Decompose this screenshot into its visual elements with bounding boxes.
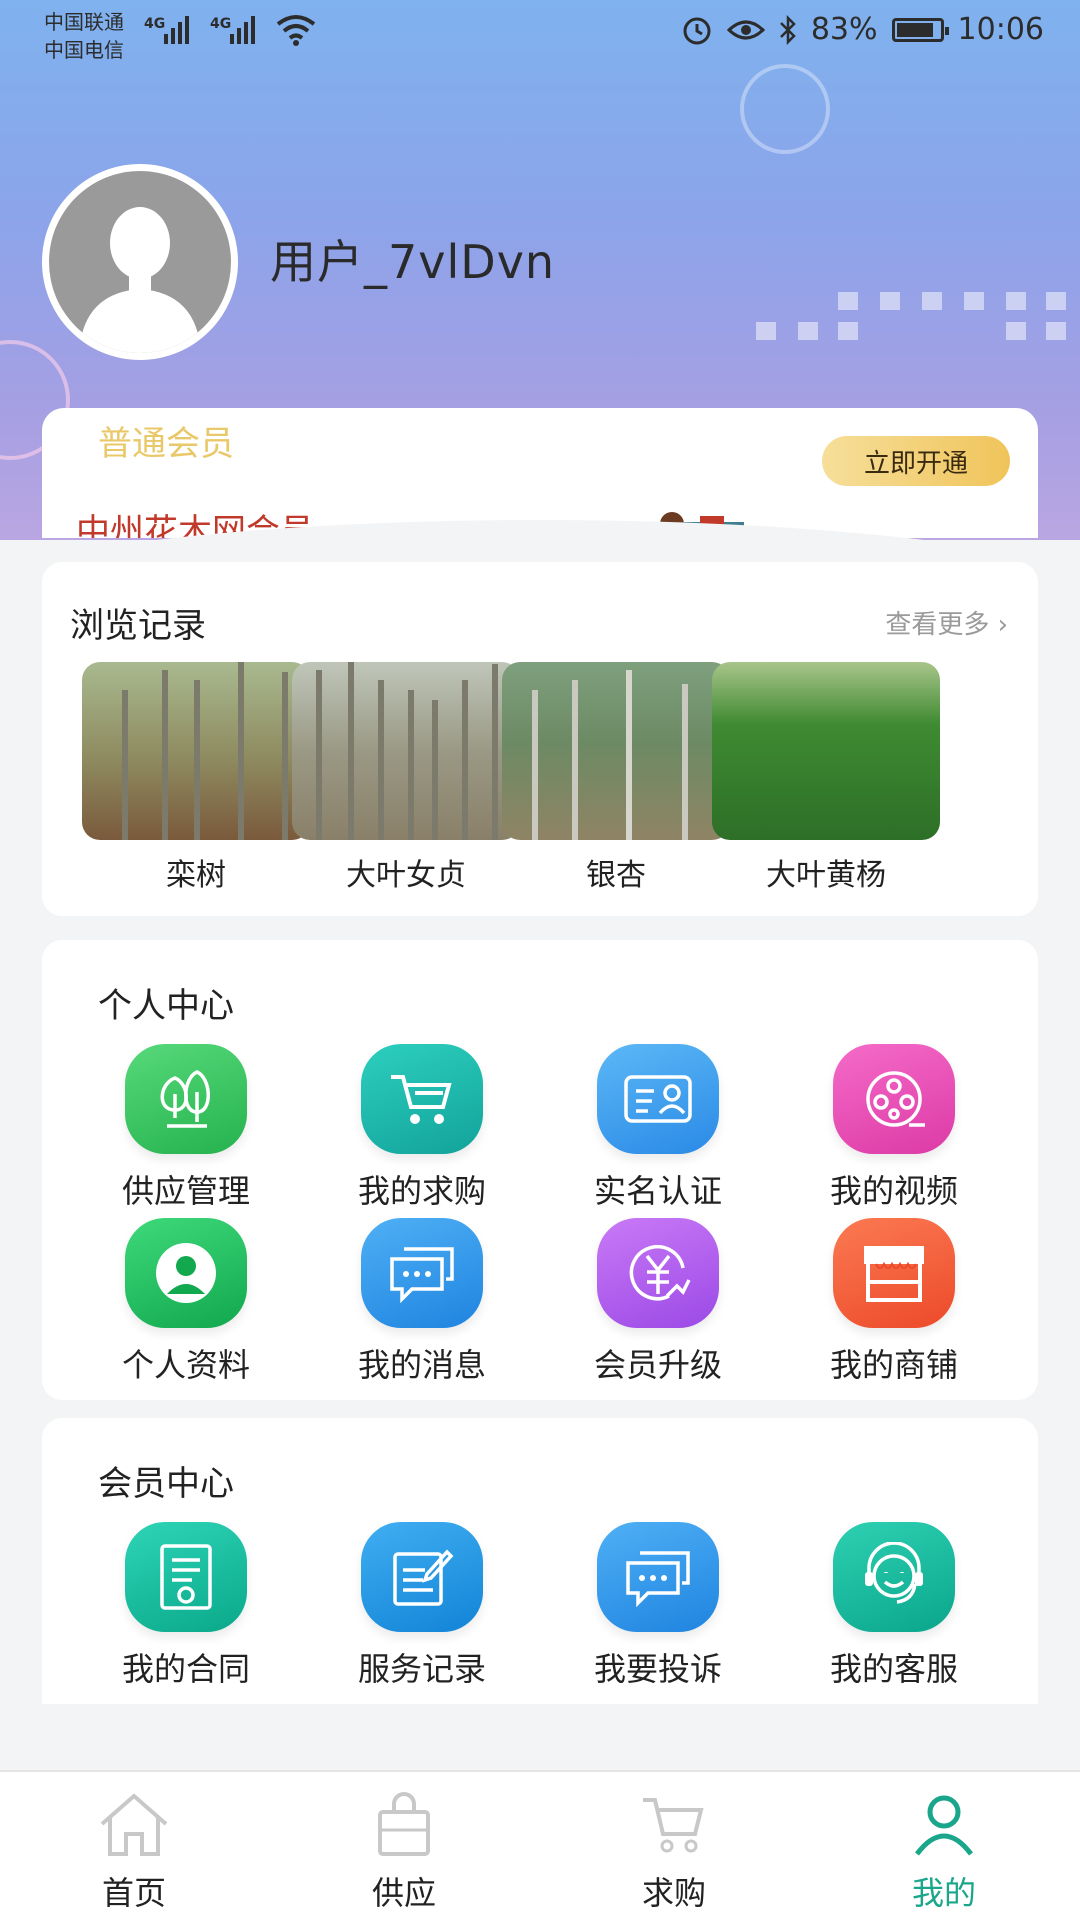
product-image (82, 662, 310, 840)
user-profile-icon (125, 1218, 247, 1328)
browsing-history-card: 浏览记录 查看更多 › 栾树 大叶女贞 银杏 大叶黄杨 (42, 562, 1038, 916)
store-icon (833, 1218, 955, 1328)
my-video-button[interactable]: 我的视频 (794, 1044, 994, 1212)
message-icon (361, 1218, 483, 1328)
history-item[interactable]: 大叶女贞 (292, 662, 520, 894)
grid-label: 我要投诉 (593, 1650, 722, 1688)
member-level: 普通会员 (98, 424, 234, 464)
grid-label: 我的商铺 (829, 1346, 958, 1384)
chevron-right-icon: › (997, 610, 1008, 640)
nav-label: 首页 (101, 1874, 166, 1912)
grid-label: 我的合同 (121, 1650, 250, 1688)
decor-ring (740, 64, 830, 154)
my-messages-button[interactable]: 我的消息 (322, 1218, 522, 1386)
view-more-link[interactable]: 查看更多 › (885, 604, 1008, 641)
product-name: 银杏 (586, 858, 646, 893)
grid-label: 服务记录 (357, 1650, 486, 1688)
battery-icon (891, 17, 949, 42)
history-item[interactable]: 栾树 (82, 662, 310, 894)
headset-icon (833, 1522, 955, 1632)
nav-label: 我的 (911, 1874, 976, 1912)
my-store-button[interactable]: 我的商铺 (794, 1218, 994, 1386)
person-icon (915, 1795, 973, 1856)
personal-center-title: 个人中心 (98, 986, 234, 1026)
nav-label: 供应 (371, 1874, 436, 1912)
grid-label: 会员升级 (593, 1346, 722, 1384)
member-card: 普通会员 立即开通 中州花木网会员 (42, 408, 1038, 538)
default-avatar-icon (79, 207, 201, 353)
history-list: 栾树 大叶女贞 银杏 大叶黄杨 (82, 662, 1012, 902)
product-image (292, 662, 520, 840)
tree-icon (125, 1044, 247, 1154)
carrier-info: 中国联通 中国电信 (44, 8, 124, 64)
product-name: 大叶女贞 (346, 858, 466, 893)
battery-percent: 83% (810, 12, 878, 47)
nav-mine[interactable]: 我的 (844, 1772, 1044, 1914)
my-purchase-button[interactable]: 我的求购 (322, 1044, 522, 1212)
real-name-auth-button[interactable]: 实名认证 (558, 1044, 758, 1212)
yuan-upgrade-icon (597, 1218, 719, 1328)
nav-purchase[interactable]: 求购 (574, 1772, 774, 1914)
grid-label: 我的消息 (357, 1346, 486, 1384)
my-contract-button[interactable]: 我的合同 (86, 1522, 286, 1690)
home-icon (100, 1793, 168, 1856)
service-record-button[interactable]: 服务记录 (322, 1522, 522, 1690)
personal-center-card: 个人中心 供应管理 我的求购 实名认证 我的视频 个人资料 我的消息 会员升级 … (42, 940, 1038, 1400)
vip-center-title: 会员中心 (98, 1464, 234, 1504)
id-card-icon (597, 1044, 719, 1154)
nav-label: 求购 (641, 1874, 706, 1912)
bag-icon (378, 1792, 430, 1856)
carrier-2: 中国电信 (44, 38, 124, 62)
supply-management-button[interactable]: 供应管理 (86, 1044, 286, 1212)
system-icons: 83% 10:06 (681, 12, 1044, 47)
film-reel-icon (833, 1044, 955, 1154)
customer-service-button[interactable]: 我的客服 (794, 1522, 994, 1690)
nav-home[interactable]: 首页 (34, 1772, 234, 1914)
network-type-1: 4G (144, 16, 166, 32)
eye-comfort-icon (726, 20, 765, 39)
signal-icon (164, 14, 189, 44)
bottom-navigation: 首页 供应 求购 我的 (0, 1770, 1080, 1920)
signal-icon (230, 14, 255, 44)
history-item[interactable]: 大叶黄杨 (712, 662, 940, 894)
grid-label: 实名认证 (593, 1172, 722, 1210)
product-image (712, 662, 940, 840)
wifi-icon (276, 15, 316, 46)
complaint-icon (597, 1522, 719, 1632)
history-title: 浏览记录 (70, 606, 206, 646)
member-upgrade-button[interactable]: 会员升级 (558, 1218, 758, 1386)
network-type-2: 4G (210, 16, 232, 32)
bluetooth-icon (779, 14, 796, 45)
cart-icon (643, 1798, 704, 1853)
view-more-label: 查看更多 (885, 610, 990, 640)
complaint-button[interactable]: 我要投诉 (558, 1522, 758, 1690)
history-item[interactable]: 银杏 (502, 662, 730, 894)
personal-profile-button[interactable]: 个人资料 (86, 1218, 286, 1386)
nav-supply[interactable]: 供应 (304, 1772, 504, 1914)
open-membership-button[interactable]: 立即开通 (822, 436, 1010, 486)
avatar[interactable] (42, 164, 238, 360)
product-image (502, 662, 730, 840)
contract-icon (125, 1522, 247, 1632)
cart-icon (361, 1044, 483, 1154)
grid-label: 我的视频 (829, 1172, 958, 1210)
product-name: 大叶黄杨 (766, 858, 886, 893)
grid-label: 我的客服 (829, 1650, 958, 1688)
username[interactable]: 用户_7vlDvn (270, 226, 555, 292)
edit-record-icon (361, 1522, 483, 1632)
grid-label: 供应管理 (121, 1172, 250, 1210)
vip-center-card: 会员中心 我的合同 服务记录 我要投诉 我的客服 (42, 1418, 1038, 1704)
grid-label: 我的求购 (357, 1172, 486, 1210)
grid-label: 个人资料 (121, 1346, 250, 1384)
clock: 10:06 (957, 12, 1044, 47)
alarm-icon (683, 17, 711, 44)
product-name: 栾树 (166, 858, 226, 893)
status-bar: 中国联通 中国电信 4G 4G 83% 10:06 (0, 0, 1080, 66)
carrier-1: 中国联通 (44, 10, 124, 34)
